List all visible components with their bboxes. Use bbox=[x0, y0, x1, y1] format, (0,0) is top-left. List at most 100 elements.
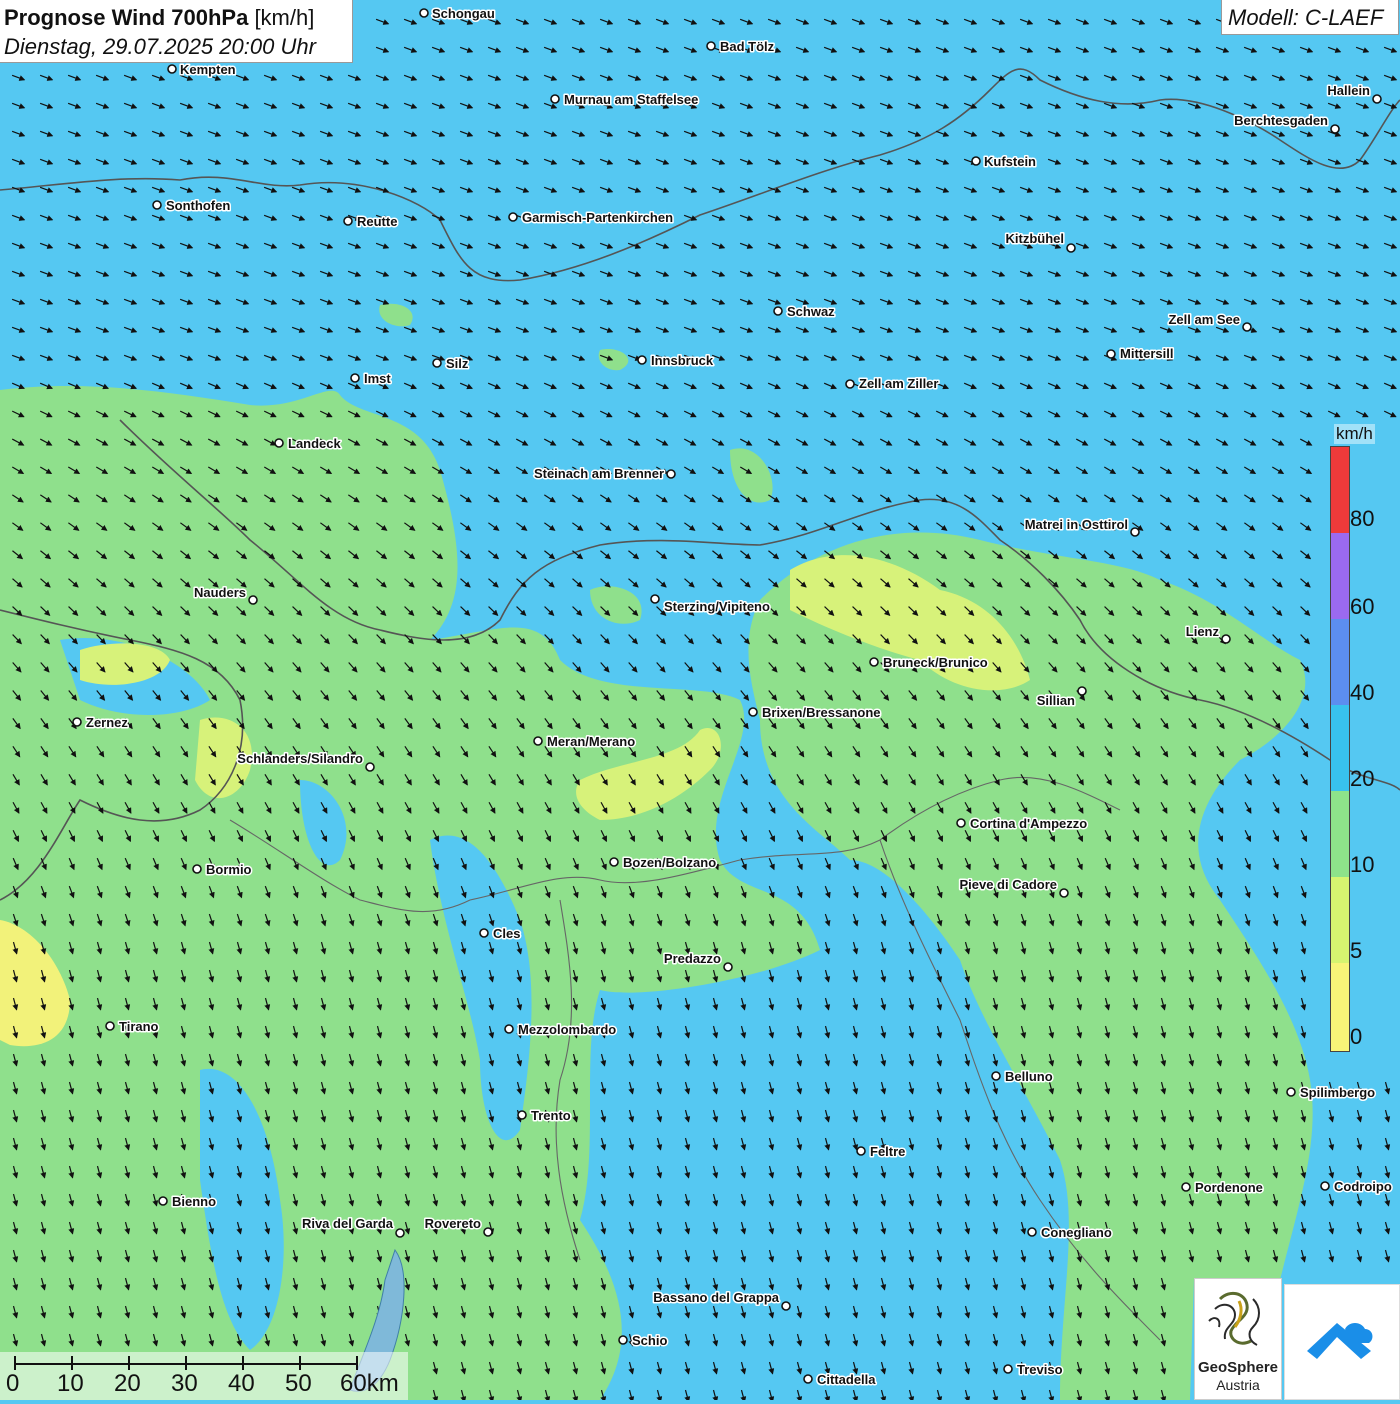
logo-text-austria: Austria bbox=[1216, 1377, 1260, 1393]
city-marker-icon bbox=[1077, 686, 1087, 696]
scale-label-30: 30 bbox=[171, 1370, 198, 1397]
city-label: Schlanders/Silandro bbox=[237, 751, 363, 766]
city-label: Reutte bbox=[357, 214, 397, 229]
city-marker-icon bbox=[1242, 322, 1252, 332]
city-marker-icon bbox=[72, 717, 82, 727]
legend-seg-0 bbox=[1331, 963, 1349, 1051]
scale-label-0: 0 bbox=[6, 1370, 20, 1397]
scale-tick bbox=[71, 1356, 73, 1370]
city-marker-icon bbox=[856, 1146, 866, 1156]
city-marker-icon bbox=[1106, 349, 1116, 359]
city-label: Kempten bbox=[180, 62, 236, 77]
city-marker-icon bbox=[483, 1227, 493, 1237]
scale-label-40: 40 bbox=[228, 1370, 255, 1397]
city-marker-icon bbox=[508, 212, 518, 222]
scale-label-10: 10 bbox=[57, 1370, 84, 1397]
city-label: Bruneck/Brunico bbox=[883, 655, 988, 670]
city-label: Mittersill bbox=[1120, 346, 1173, 361]
city-label: Meran/Merano bbox=[547, 734, 635, 749]
city-marker-icon bbox=[1130, 527, 1140, 537]
forecast-datetime: Dienstag, 29.07.2025 20:00 Uhr bbox=[4, 34, 316, 59]
scale-tick bbox=[14, 1356, 16, 1370]
city-marker-icon bbox=[723, 962, 733, 972]
legend-tick-10: 10 bbox=[1350, 852, 1375, 877]
city-marker-icon bbox=[1330, 124, 1340, 134]
city-marker-icon bbox=[845, 379, 855, 389]
legend-seg-5 bbox=[1331, 877, 1349, 963]
city-label: Silz bbox=[446, 356, 469, 371]
city-marker-icon bbox=[167, 64, 177, 74]
scale-tick bbox=[128, 1356, 130, 1370]
model-label: Modell: C-LAEF bbox=[1228, 5, 1384, 30]
legend-tick-40: 40 bbox=[1350, 680, 1375, 705]
city-label: Murnau am Staffelsee bbox=[564, 92, 698, 107]
city-marker-icon bbox=[637, 355, 647, 365]
city-label: Bozen/Bolzano bbox=[623, 855, 716, 870]
city-marker-icon bbox=[609, 857, 619, 867]
city-label: Zell am See bbox=[1168, 312, 1240, 327]
city-label: Bormio bbox=[206, 862, 252, 877]
city-marker-icon bbox=[343, 216, 353, 226]
city-marker-icon bbox=[706, 41, 716, 51]
legend-tick-20: 20 bbox=[1350, 766, 1375, 791]
city-marker-icon bbox=[479, 928, 489, 938]
city-marker-icon bbox=[803, 1374, 813, 1384]
city-marker-icon bbox=[1027, 1227, 1037, 1237]
scale-label-20: 20 bbox=[114, 1370, 141, 1397]
city-label: Kufstein bbox=[984, 154, 1036, 169]
city-marker-icon bbox=[533, 736, 543, 746]
city-label: Rovereto bbox=[425, 1216, 481, 1231]
city-marker-icon bbox=[550, 94, 560, 104]
title-box: Prognose Wind 700hPa [km/h] Dienstag, 29… bbox=[0, 0, 353, 63]
city-label: Pordenone bbox=[1195, 1180, 1263, 1195]
city-label: Schongau bbox=[432, 6, 495, 21]
scale-tick bbox=[356, 1356, 358, 1370]
logo-text-geosphere: GeoSphere bbox=[1197, 1359, 1279, 1376]
city-marker-icon bbox=[748, 707, 758, 717]
map-title-unit: [km/h] bbox=[254, 5, 315, 30]
city-label: Schwaz bbox=[787, 304, 835, 319]
app-logo-button[interactable] bbox=[1284, 1284, 1400, 1400]
legend-seg-60 bbox=[1331, 533, 1349, 619]
scale-tick bbox=[185, 1356, 187, 1370]
geosphere-logo[interactable]: GeoSphere Austria bbox=[1194, 1278, 1282, 1400]
city-label: Innsbruck bbox=[651, 353, 714, 368]
city-label: Matrei in Osttirol bbox=[1025, 517, 1128, 532]
city-label: Trento bbox=[531, 1108, 571, 1123]
city-marker-icon bbox=[432, 358, 442, 368]
legend-seg-10 bbox=[1331, 791, 1349, 877]
city-marker-icon bbox=[192, 864, 202, 874]
city-marker-icon bbox=[1181, 1182, 1191, 1192]
city-label: Imst bbox=[364, 371, 391, 386]
city-label: Codroipo bbox=[1334, 1179, 1392, 1194]
city-marker-icon bbox=[618, 1335, 628, 1345]
city-label: Bienno bbox=[172, 1194, 216, 1209]
app-logo-icon bbox=[1307, 1323, 1373, 1359]
city-marker-icon bbox=[781, 1301, 791, 1311]
city-marker-icon bbox=[419, 8, 429, 18]
city-marker-icon bbox=[517, 1110, 527, 1120]
city-marker-icon bbox=[956, 818, 966, 828]
city-marker-icon bbox=[274, 438, 284, 448]
city-label: Lienz bbox=[1186, 624, 1220, 639]
city-label: Berchtesgaden bbox=[1234, 113, 1328, 128]
city-label: Kitzbühel bbox=[1006, 231, 1065, 246]
legend-tick-80: 80 bbox=[1350, 506, 1375, 531]
legend-unit: km/h bbox=[1334, 424, 1375, 444]
city-label: Sonthofen bbox=[166, 198, 230, 213]
legend-tick-60: 60 bbox=[1350, 594, 1375, 619]
city-label: Nauders bbox=[194, 585, 246, 600]
city-marker-icon bbox=[666, 469, 676, 479]
city-marker-icon bbox=[248, 595, 258, 605]
city-label: Feltre bbox=[870, 1144, 905, 1159]
city-label: Riva del Garda bbox=[302, 1216, 394, 1231]
city-label: Hallein bbox=[1327, 83, 1370, 98]
city-marker-icon bbox=[158, 1196, 168, 1206]
scale-tick bbox=[242, 1356, 244, 1370]
city-marker-icon bbox=[991, 1071, 1001, 1081]
city-marker-icon bbox=[1221, 634, 1231, 644]
city-label: Brixen/Bressanone bbox=[762, 705, 881, 720]
city-marker-icon bbox=[650, 594, 660, 604]
city-marker-icon bbox=[395, 1228, 405, 1238]
city-marker-icon bbox=[1059, 888, 1069, 898]
